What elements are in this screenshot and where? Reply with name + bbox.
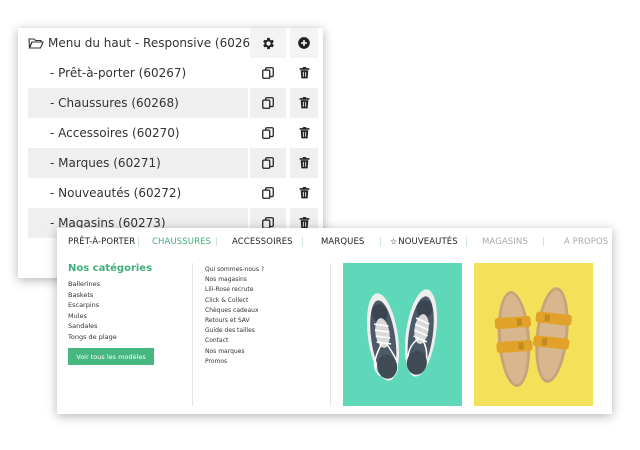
categories-list: Ballerines Baskets Escarpins Mules Sandales T… xyxy=(68,279,117,342)
duplicate-button[interactable] xyxy=(250,58,286,88)
nav-separator: | xyxy=(379,237,382,247)
tree-child-text: - Accessoires (60270) xyxy=(50,126,180,140)
duplicate-button[interactable] xyxy=(250,148,286,178)
info-link[interactable]: Nos magasins xyxy=(205,275,264,285)
tree-children: - Prêt-à-porter (60267) - Chaussures (602… xyxy=(18,58,323,238)
nav-item-marques[interactable]: MARQUES xyxy=(321,237,364,247)
duplicate-button[interactable] xyxy=(250,118,286,148)
tree-child-row[interactable]: - Prêt-à-porter (60267) xyxy=(18,58,323,88)
category-link[interactable]: Mules xyxy=(68,311,117,322)
trash-icon xyxy=(299,157,309,169)
star-icon: ☆ xyxy=(390,237,398,246)
trash-icon xyxy=(299,187,309,199)
copy-icon xyxy=(262,67,274,79)
info-link[interactable]: Guide des tailles xyxy=(205,326,264,336)
copy-icon xyxy=(262,157,274,169)
nav-item-accessoires[interactable]: ACCESSOIRES xyxy=(232,237,293,247)
tree-child-row[interactable]: - Marques (60271) xyxy=(18,148,323,178)
tree-child-label[interactable]: - Nouveautés (60272) xyxy=(28,178,248,208)
nav-separator: | xyxy=(215,237,218,247)
column-divider xyxy=(192,263,193,406)
tree-child-row[interactable]: - Chaussures (60268) xyxy=(18,88,323,118)
info-link[interactable]: Qui sommes-nous ? xyxy=(205,265,264,275)
info-link[interactable]: Nos marques xyxy=(205,347,264,357)
copy-icon xyxy=(262,97,274,109)
info-link[interactable]: Click & Collect xyxy=(205,296,264,306)
nav-item-chaussures[interactable]: CHAUSSURES xyxy=(152,237,211,247)
category-link[interactable]: Baskets xyxy=(68,290,117,301)
top-navigation: PRÊT-À-PORTER | CHAUSSURES | ACCESSOIRES… xyxy=(57,228,612,256)
tree-root-label[interactable]: Menu du haut - Responsive (60266) xyxy=(28,28,262,58)
delete-button[interactable] xyxy=(290,118,318,148)
info-link[interactable]: Promos xyxy=(205,357,264,367)
tree-child-text: - Chaussures (60268) xyxy=(50,96,179,110)
nav-item-magasins[interactable]: MAGASINS xyxy=(482,237,528,247)
tree-child-label[interactable]: - Accessoires (60270) xyxy=(28,118,248,148)
nav-item-nouveautes[interactable]: ☆NOUVEAUTÉS xyxy=(390,237,458,247)
copy-icon xyxy=(262,127,274,139)
nav-separator: | xyxy=(137,237,140,247)
category-link[interactable]: Escarpins xyxy=(68,300,117,311)
nav-item-a-propos[interactable]: A PROPOS xyxy=(564,237,608,247)
tree-child-text: - Nouveautés (60272) xyxy=(50,186,182,200)
sandals-image-tile[interactable] xyxy=(474,263,593,406)
tree-child-text: - Marques (60271) xyxy=(50,156,161,170)
sneakers-image-tile[interactable] xyxy=(343,263,462,406)
tree-root-text: Menu du haut - Responsive (60266) xyxy=(48,36,263,50)
folder-open-icon xyxy=(28,38,44,49)
trash-icon xyxy=(299,97,309,109)
categories-title: Nos catégories xyxy=(68,263,153,274)
column-divider xyxy=(330,263,331,406)
tree-root-row[interactable]: Menu du haut - Responsive (60266) xyxy=(18,28,323,58)
plus-circle-icon xyxy=(298,37,310,49)
delete-button[interactable] xyxy=(290,58,318,88)
tree-child-label[interactable]: - Marques (60271) xyxy=(28,148,248,178)
nav-item-pret-a-porter[interactable]: PRÊT-À-PORTER xyxy=(68,237,135,247)
tree-child-label[interactable]: - Prêt-à-porter (60267) xyxy=(28,58,248,88)
info-link[interactable]: Retours et SAV xyxy=(205,316,264,326)
copy-icon xyxy=(262,187,274,199)
see-all-models-button[interactable]: Voir tous les modèles xyxy=(68,348,154,365)
nav-separator: | xyxy=(301,237,304,247)
info-link[interactable]: Lili-Rose recrute xyxy=(205,285,264,295)
tree-child-label[interactable]: - Chaussures (60268) xyxy=(28,88,248,118)
nav-item-nouveautes-label: NOUVEAUTÉS xyxy=(398,237,458,247)
delete-button[interactable] xyxy=(290,88,318,118)
add-child-button[interactable] xyxy=(290,28,318,58)
tree-child-text: - Prêt-à-porter (60267) xyxy=(50,66,187,80)
info-link[interactable]: Chèques cadeaux xyxy=(205,306,264,316)
sandals-illustration xyxy=(494,287,572,387)
tree-child-row[interactable]: - Nouveautés (60272) xyxy=(18,178,323,208)
gear-icon xyxy=(262,37,274,49)
delete-button[interactable] xyxy=(290,148,318,178)
tree-child-row[interactable]: - Accessoires (60270) xyxy=(18,118,323,148)
nav-separator: | xyxy=(465,237,468,247)
settings-button[interactable] xyxy=(250,28,286,58)
duplicate-button[interactable] xyxy=(250,88,286,118)
category-link[interactable]: Sandales xyxy=(68,321,117,332)
duplicate-button[interactable] xyxy=(250,178,286,208)
info-link[interactable]: Contact xyxy=(205,336,264,346)
trash-icon xyxy=(299,67,309,79)
category-link[interactable]: Ballerines xyxy=(68,279,117,290)
nav-separator: | xyxy=(542,237,545,247)
category-link[interactable]: Tongs de plage xyxy=(68,332,117,343)
info-links-list: Qui sommes-nous ? Nos magasins Lili-Rose r… xyxy=(205,265,264,367)
delete-button[interactable] xyxy=(290,178,318,208)
trash-icon xyxy=(299,127,309,139)
mega-menu-preview: PRÊT-À-PORTER | CHAUSSURES | ACCESSOIRES… xyxy=(57,228,612,414)
sneakers-illustration xyxy=(366,289,438,381)
